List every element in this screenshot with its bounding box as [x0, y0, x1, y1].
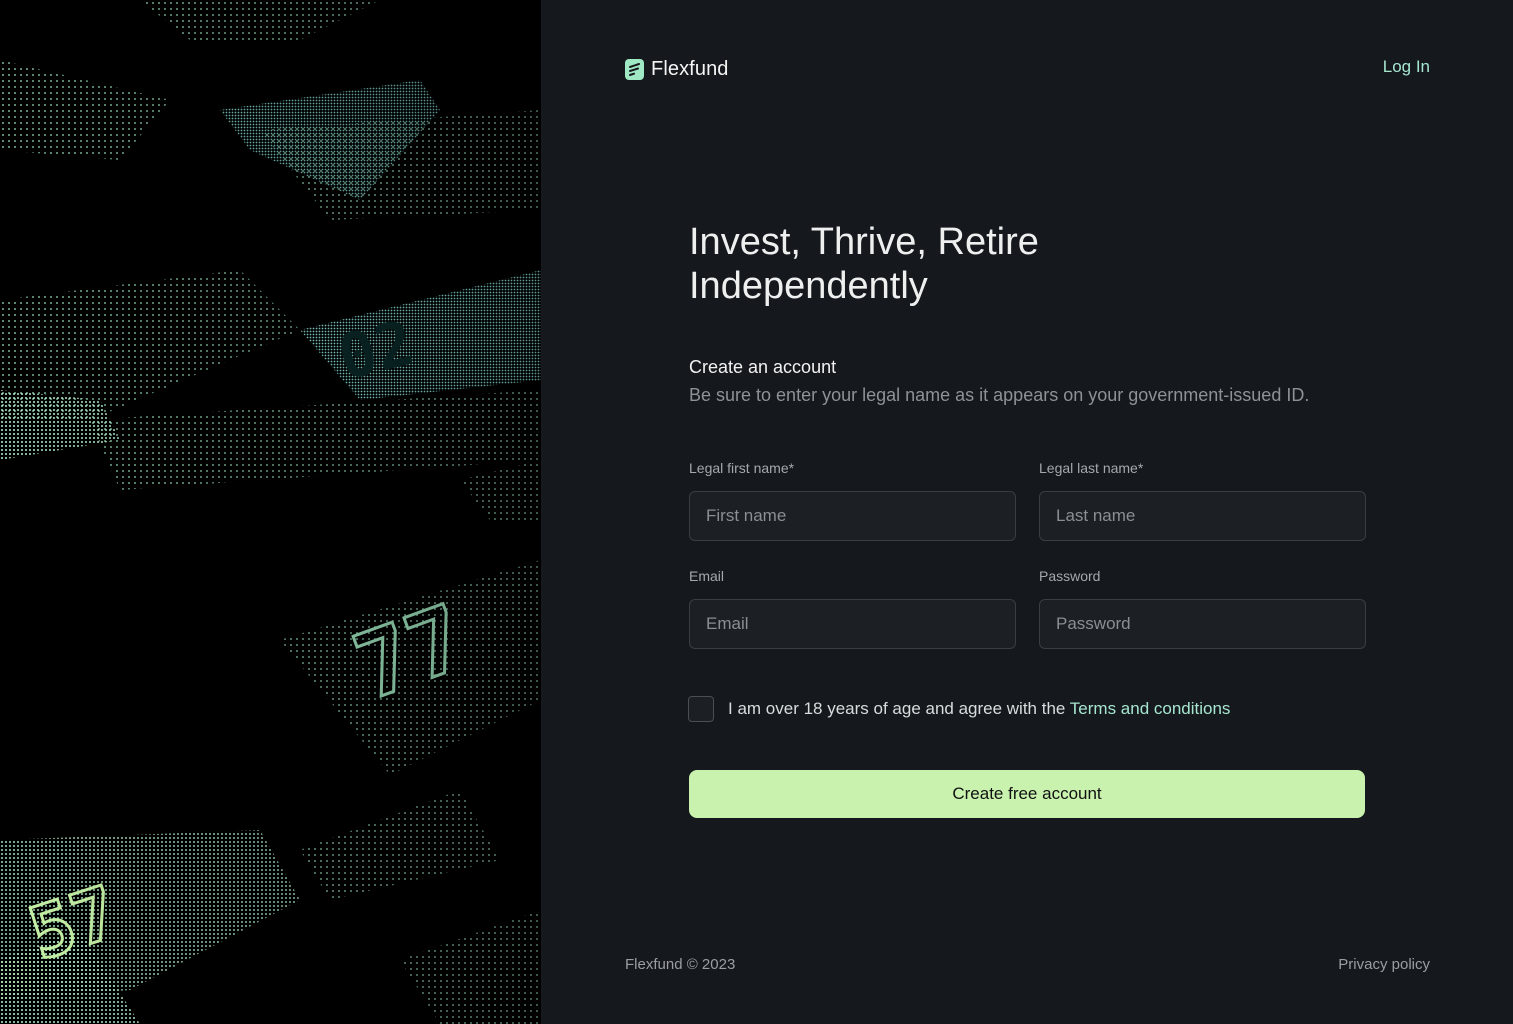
form-title: Create an account: [689, 357, 837, 377]
terms-row: I am over 18 years of age and agree with…: [688, 696, 1230, 722]
terms-link[interactable]: Terms and conditions: [1070, 699, 1231, 718]
login-link[interactable]: Log In: [1383, 57, 1430, 77]
first-name-field: Legal first name*: [689, 460, 1016, 541]
email-label: Email: [689, 568, 725, 584]
headline-line-2: Independently: [689, 265, 928, 307]
brand-logo[interactable]: Flexfund: [625, 58, 729, 81]
password-field: Password: [1039, 568, 1366, 649]
first-name-label: Legal first name*: [689, 460, 795, 476]
headline-line-1: Invest, Thrive, Retire: [689, 221, 1039, 263]
terms-checkbox[interactable]: [688, 696, 714, 722]
privacy-policy-link[interactable]: Privacy policy: [1338, 956, 1430, 973]
last-name-label: Legal last name*: [1039, 460, 1144, 476]
first-name-input[interactable]: [689, 491, 1016, 541]
brand-name: Flexfund: [651, 58, 729, 80]
signup-panel: Flexfund Log In Invest, Thrive, Retire I…: [541, 0, 1513, 1024]
form-subtitle: Be sure to enter your legal name as it a…: [689, 385, 1310, 405]
terms-label: I am over 18 years of age and agree with…: [728, 699, 1230, 719]
last-name-input[interactable]: [1039, 491, 1366, 541]
hero-art-panel: 02 77 57: [0, 0, 541, 1024]
page-headline: Invest, Thrive, Retire Independently: [689, 220, 1189, 308]
dotted-number-art: 02 77 57: [0, 0, 541, 1024]
password-label: Password: [1039, 568, 1101, 584]
copyright-text: Flexfund © 2023: [625, 956, 736, 973]
password-input[interactable]: [1039, 599, 1366, 649]
email-field: Email: [689, 568, 1016, 649]
terms-text: I am over 18 years of age and agree with…: [728, 699, 1070, 718]
create-account-button[interactable]: Create free account: [689, 770, 1365, 818]
flexfund-logo-icon: [625, 59, 644, 80]
email-input[interactable]: [689, 599, 1016, 649]
last-name-field: Legal last name*: [1039, 460, 1366, 541]
